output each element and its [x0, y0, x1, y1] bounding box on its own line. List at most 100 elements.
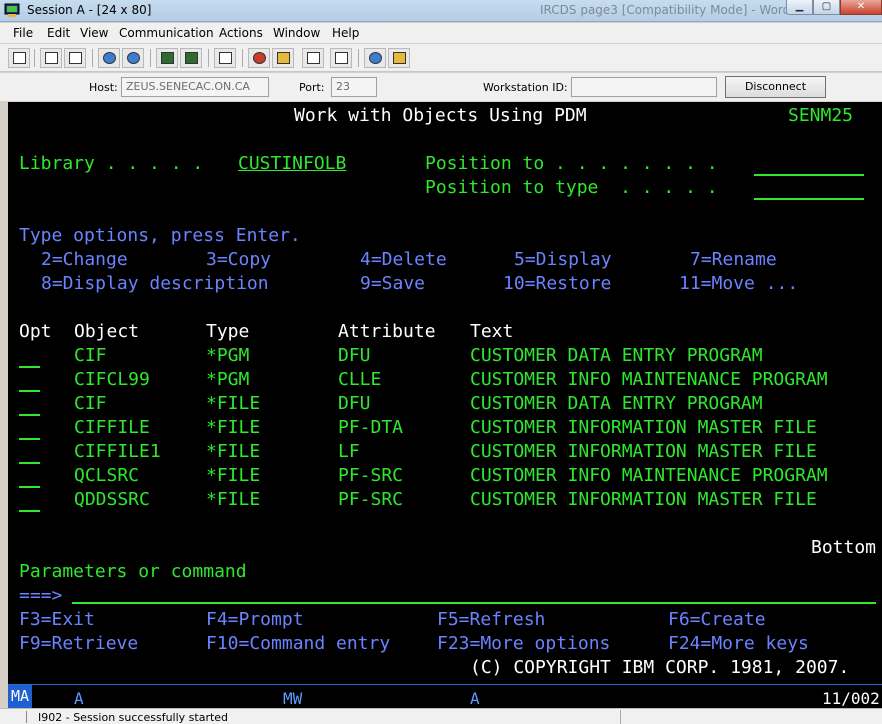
- print-screen-icon[interactable]: [8, 48, 30, 68]
- table-row-text: CUSTOMER INFO MAINTENANCE PROGRAM: [470, 369, 828, 390]
- oia-field-2: MW: [283, 689, 303, 708]
- option-change: 2=Change: [41, 249, 128, 270]
- menu-view[interactable]: View: [80, 26, 108, 40]
- copyright: (C) COPYRIGHT IBM CORP. 1981, 2007.: [470, 657, 850, 678]
- opt-field[interactable]: [19, 368, 40, 392]
- command-prompt: ===>: [19, 585, 63, 606]
- opt-field[interactable]: [19, 488, 40, 512]
- position-to-field[interactable]: [754, 152, 864, 176]
- play-icon[interactable]: [272, 48, 294, 68]
- table-row-attribute: DFU: [338, 393, 371, 414]
- table-row-type: *PGM: [206, 345, 250, 366]
- workstation-label: Workstation ID:: [483, 81, 568, 94]
- table-row-object: CIFFILE: [74, 417, 150, 438]
- table-row-object: QCLSRC: [74, 465, 140, 486]
- send-icon[interactable]: [98, 48, 120, 68]
- minimize-button[interactable]: ▁: [786, 0, 813, 15]
- position-to-label: Position to . . . . . . . .: [425, 153, 718, 174]
- stop-icon[interactable]: [330, 48, 352, 68]
- table-row-text: CUSTOMER DATA ENTRY PROGRAM: [470, 393, 763, 414]
- record-icon[interactable]: [248, 48, 270, 68]
- opt-field[interactable]: [19, 416, 40, 440]
- opt-field[interactable]: [19, 440, 40, 464]
- paste-icon[interactable]: [64, 48, 86, 68]
- command-input[interactable]: [72, 602, 876, 604]
- table-row-attribute: LF: [338, 441, 360, 462]
- option-rename: 7=Rename: [690, 249, 777, 270]
- menu-edit[interactable]: Edit: [47, 26, 70, 40]
- table-row-text: CUSTOMER DATA ENTRY PROGRAM: [470, 345, 763, 366]
- library-value[interactable]: CUSTINFOLB: [238, 152, 346, 176]
- operator-info-area: MA A MW A 11/002: [8, 684, 882, 708]
- terminal-screen[interactable]: Work with Objects Using PDM SENM25 Libra…: [8, 102, 882, 708]
- table-row-attribute: PF-SRC: [338, 489, 404, 510]
- table-row-type: *FILE: [206, 465, 261, 486]
- map-icon[interactable]: [214, 48, 236, 68]
- column-type: Type: [206, 321, 250, 342]
- table-row-object: CIFCL99: [74, 369, 150, 390]
- fkey-refresh: F5=Refresh: [437, 609, 546, 630]
- maximize-button[interactable]: ▢: [813, 0, 840, 15]
- table-row-attribute: PF-DTA: [338, 417, 404, 438]
- fkey-more-keys: F24=More keys: [668, 633, 809, 654]
- toolbar-separator: [34, 49, 35, 67]
- host-label: Host:: [89, 81, 118, 94]
- screen-title: Work with Objects Using PDM: [294, 105, 587, 126]
- session-indicator: MA: [8, 685, 32, 708]
- menu-file[interactable]: File: [13, 26, 33, 40]
- oia-field-3: A: [470, 689, 480, 708]
- library-label: Library . . . . .: [19, 153, 204, 174]
- option-display: 5=Display: [514, 249, 612, 270]
- table-row-object: CIF: [74, 393, 107, 414]
- close-button[interactable]: ✕: [840, 0, 882, 15]
- status-message: I902 - Session successfully started: [38, 711, 229, 724]
- instructions: Type options, press Enter.: [19, 225, 301, 246]
- table-row-object: CIF: [74, 345, 107, 366]
- background-window-title: IRCDS page3 [Compatibility Mode] - Word: [540, 3, 791, 17]
- toolbar-separator: [150, 49, 151, 67]
- menu-help[interactable]: Help: [332, 26, 359, 40]
- parameters-label: Parameters or command: [19, 561, 247, 582]
- table-row-object: QDDSSRC: [74, 489, 150, 510]
- status-divider: [26, 711, 27, 723]
- host-field[interactable]: ZEUS.SENECAC.ON.CA: [121, 77, 269, 97]
- workstation-field[interactable]: [571, 77, 717, 97]
- opt-field[interactable]: [19, 344, 40, 368]
- menu-window[interactable]: Window: [273, 26, 320, 40]
- emulator-window: Session A - [24 x 80] IRCDS page3 [Compa…: [0, 0, 882, 724]
- position-to-type-label: Position to type . . . . .: [425, 177, 718, 198]
- disconnect-button[interactable]: Disconnect: [725, 76, 826, 98]
- copy-icon[interactable]: [40, 48, 62, 68]
- table-row-text: CUSTOMER INFORMATION MASTER FILE: [470, 417, 817, 438]
- globe-icon[interactable]: [364, 48, 386, 68]
- system-name: SENM25: [788, 105, 854, 126]
- cursor-position: 11/002: [822, 689, 880, 708]
- table-row-type: *FILE: [206, 417, 261, 438]
- position-to-type-field[interactable]: [754, 176, 864, 200]
- host-bar: Host: ZEUS.SENECAC.ON.CA Port: 23 Workst…: [0, 73, 882, 101]
- option-copy: 3=Copy: [206, 249, 272, 270]
- port-field[interactable]: 23: [331, 77, 377, 97]
- color-icon[interactable]: [180, 48, 202, 68]
- fkey-exit: F3=Exit: [19, 609, 95, 630]
- menu-actions[interactable]: Actions: [219, 26, 263, 40]
- opt-field[interactable]: [19, 392, 40, 416]
- maximize-icon: ▢: [821, 1, 832, 12]
- macro-icon[interactable]: [302, 48, 324, 68]
- column-opt: Opt: [19, 321, 52, 342]
- option-display-description: 8=Display description: [41, 273, 269, 294]
- menu-communication[interactable]: Communication: [119, 26, 214, 40]
- table-row-attribute: CLLE: [338, 369, 382, 390]
- column-attribute: Attribute: [338, 321, 436, 342]
- opt-field[interactable]: [19, 464, 40, 488]
- status-bar: I902 - Session successfully started: [0, 708, 882, 724]
- fkey-prompt: F4=Prompt: [206, 609, 304, 630]
- table-row-type: *PGM: [206, 369, 250, 390]
- table-row-type: *FILE: [206, 393, 261, 414]
- fkey-more-options: F23=More options: [437, 633, 611, 654]
- display-icon[interactable]: [156, 48, 178, 68]
- receive-icon[interactable]: [122, 48, 144, 68]
- help-icon[interactable]: [388, 48, 410, 68]
- table-row-attribute: DFU: [338, 345, 371, 366]
- fkey-create: F6=Create: [668, 609, 766, 630]
